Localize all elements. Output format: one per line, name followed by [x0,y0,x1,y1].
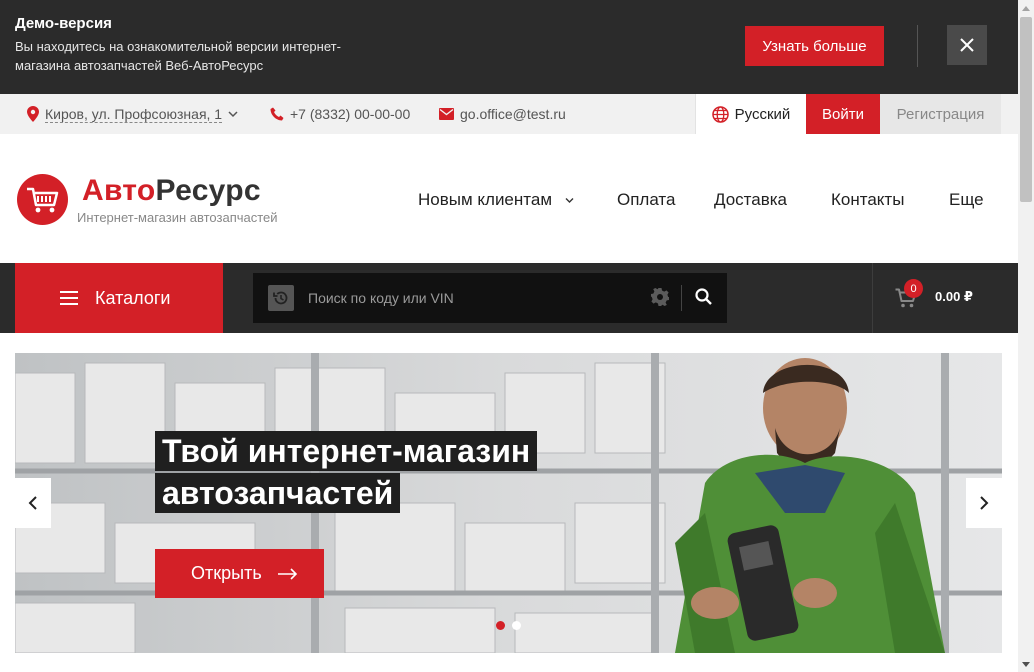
cart-count-badge: 0 [904,279,923,298]
learn-more-button[interactable]: Узнать больше [745,26,884,66]
logo-subtitle: Интернет-магазин автозапчастей [77,210,278,225]
demo-title: Демо-версия [15,15,112,32]
cart-icon [26,187,58,212]
close-icon [960,38,974,52]
logo-name-part2: Ресурс [155,174,261,207]
history-button[interactable] [268,285,294,311]
language-selector[interactable]: Русский [695,94,806,134]
close-banner-button[interactable] [947,25,987,65]
login-button[interactable]: Войти [806,94,880,134]
search-input[interactable] [308,283,638,313]
email-link[interactable]: go.office@test.ru [439,94,566,134]
catalog-button[interactable]: Каталоги [15,263,223,333]
phone-link[interactable]: +7 (8332) 00-00-00 [270,94,410,134]
chevron-down-icon [1022,661,1030,667]
logo-badge [17,174,68,225]
slider-dot-2[interactable] [512,621,521,630]
register-button[interactable]: Регистрация [880,94,1001,134]
hero-title-line2: автозапчастей [155,473,401,513]
arrow-right-icon [277,567,297,580]
history-icon [273,291,288,305]
search-icon[interactable] [694,287,714,307]
gear-icon[interactable] [650,287,670,307]
search-box [253,273,727,323]
scroll-up-button[interactable] [1018,0,1034,16]
map-pin-icon [27,106,39,122]
divider [917,25,918,67]
nav-item-contacts[interactable]: Контакты [831,188,904,212]
slider-prev-button[interactable] [15,478,51,528]
open-button[interactable]: Открыть [155,549,324,598]
logo-name-part1: Авто [82,174,156,207]
menu-icon [60,291,78,305]
nav-item-payment[interactable]: Оплата [617,188,675,212]
chevron-left-icon [28,496,37,510]
nav-label: Новым клиентам [418,190,553,209]
slider-next-button[interactable] [966,478,1002,528]
logo[interactable]: АвтоРесурс Интернет-магазин автозапчасте… [17,174,297,226]
open-button-label: Открыть [191,563,262,583]
chevron-up-icon [1022,5,1030,11]
scrollbar[interactable] [1018,0,1034,672]
catalog-label: Каталоги [95,287,171,308]
city-selector[interactable]: Киров, ул. Профсоюзная, 1 [27,94,244,134]
hero-slider: Твой интернет-магазин автозапчастей Откр… [15,353,1002,653]
slider-dot-1[interactable] [496,621,505,630]
chevron-down-icon [565,197,574,203]
demo-banner: Демо-версия Вы находитесь на ознакомител… [0,0,1018,94]
nav-item-more[interactable]: Еще [949,188,984,212]
scroll-down-button[interactable] [1018,656,1034,672]
cart-total[interactable]: 0.00 ₽ [935,289,973,305]
language-label: Русский [734,105,791,123]
divider [872,263,873,333]
phone-icon [270,107,284,121]
email-label: go.office@test.ru [460,106,566,122]
logo-name: АвтоРесурс [82,174,261,208]
demo-text: Вы находитесь на ознакомительной версии … [15,39,341,73]
chevron-right-icon [980,496,989,510]
hero-title-line1: Твой интернет-магазин [155,431,538,471]
nav-item-delivery[interactable]: Доставка [714,188,787,212]
phone-label: +7 (8332) 00-00-00 [290,106,411,122]
mail-icon [439,108,454,120]
divider [681,285,682,311]
chevron-down-icon [228,111,238,118]
city-label: Киров, ул. Профсоюзная, 1 [45,105,223,123]
scrollbar-thumb[interactable] [1020,17,1032,202]
nav-item-new-clients[interactable]: Новым клиентам [418,188,574,212]
globe-icon [711,105,729,123]
